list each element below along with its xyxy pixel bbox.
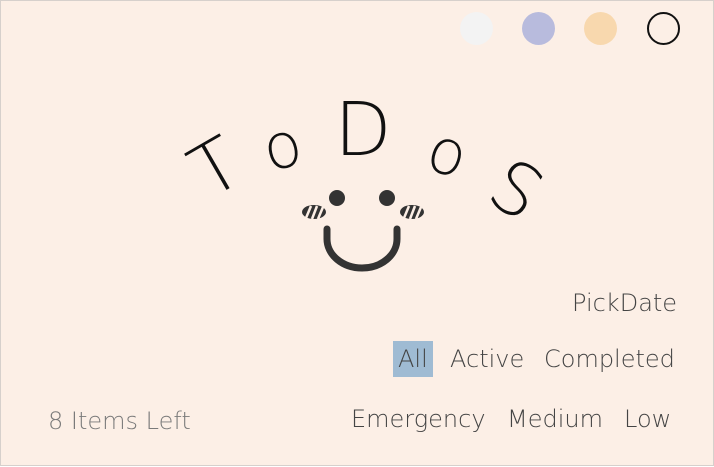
app-window: T o D o S PickDate All Active Completed: [0, 0, 714, 466]
logo-letter-s: S: [475, 142, 558, 237]
priority-emergency-button[interactable]: Emergency: [351, 404, 486, 434]
logo-letter-o2: o: [418, 112, 477, 193]
filter-active-tab[interactable]: Active: [450, 344, 524, 374]
priority-medium-button[interactable]: Medium: [507, 404, 603, 434]
priority-low-button[interactable]: Low: [624, 404, 671, 434]
todos-logo: T o D o S: [175, 87, 558, 272]
smiley-face-icon: [302, 190, 424, 272]
logo-letter-t: T: [175, 120, 255, 215]
smiley-left-cheek: [302, 205, 326, 220]
smiley-right-cheek: [400, 205, 424, 220]
filter-all-tab[interactable]: All: [393, 341, 433, 377]
smiley-left-eye: [329, 190, 345, 206]
logo-letter-d: D: [335, 87, 392, 173]
pick-date-button[interactable]: PickDate: [572, 288, 677, 318]
items-left-counter: 8 Items Left: [48, 407, 191, 435]
smiley-mouth: [323, 225, 401, 272]
smiley-right-eye: [379, 190, 395, 206]
logo-letter-o1: o: [255, 106, 308, 186]
filter-completed-tab[interactable]: Completed: [544, 344, 675, 374]
